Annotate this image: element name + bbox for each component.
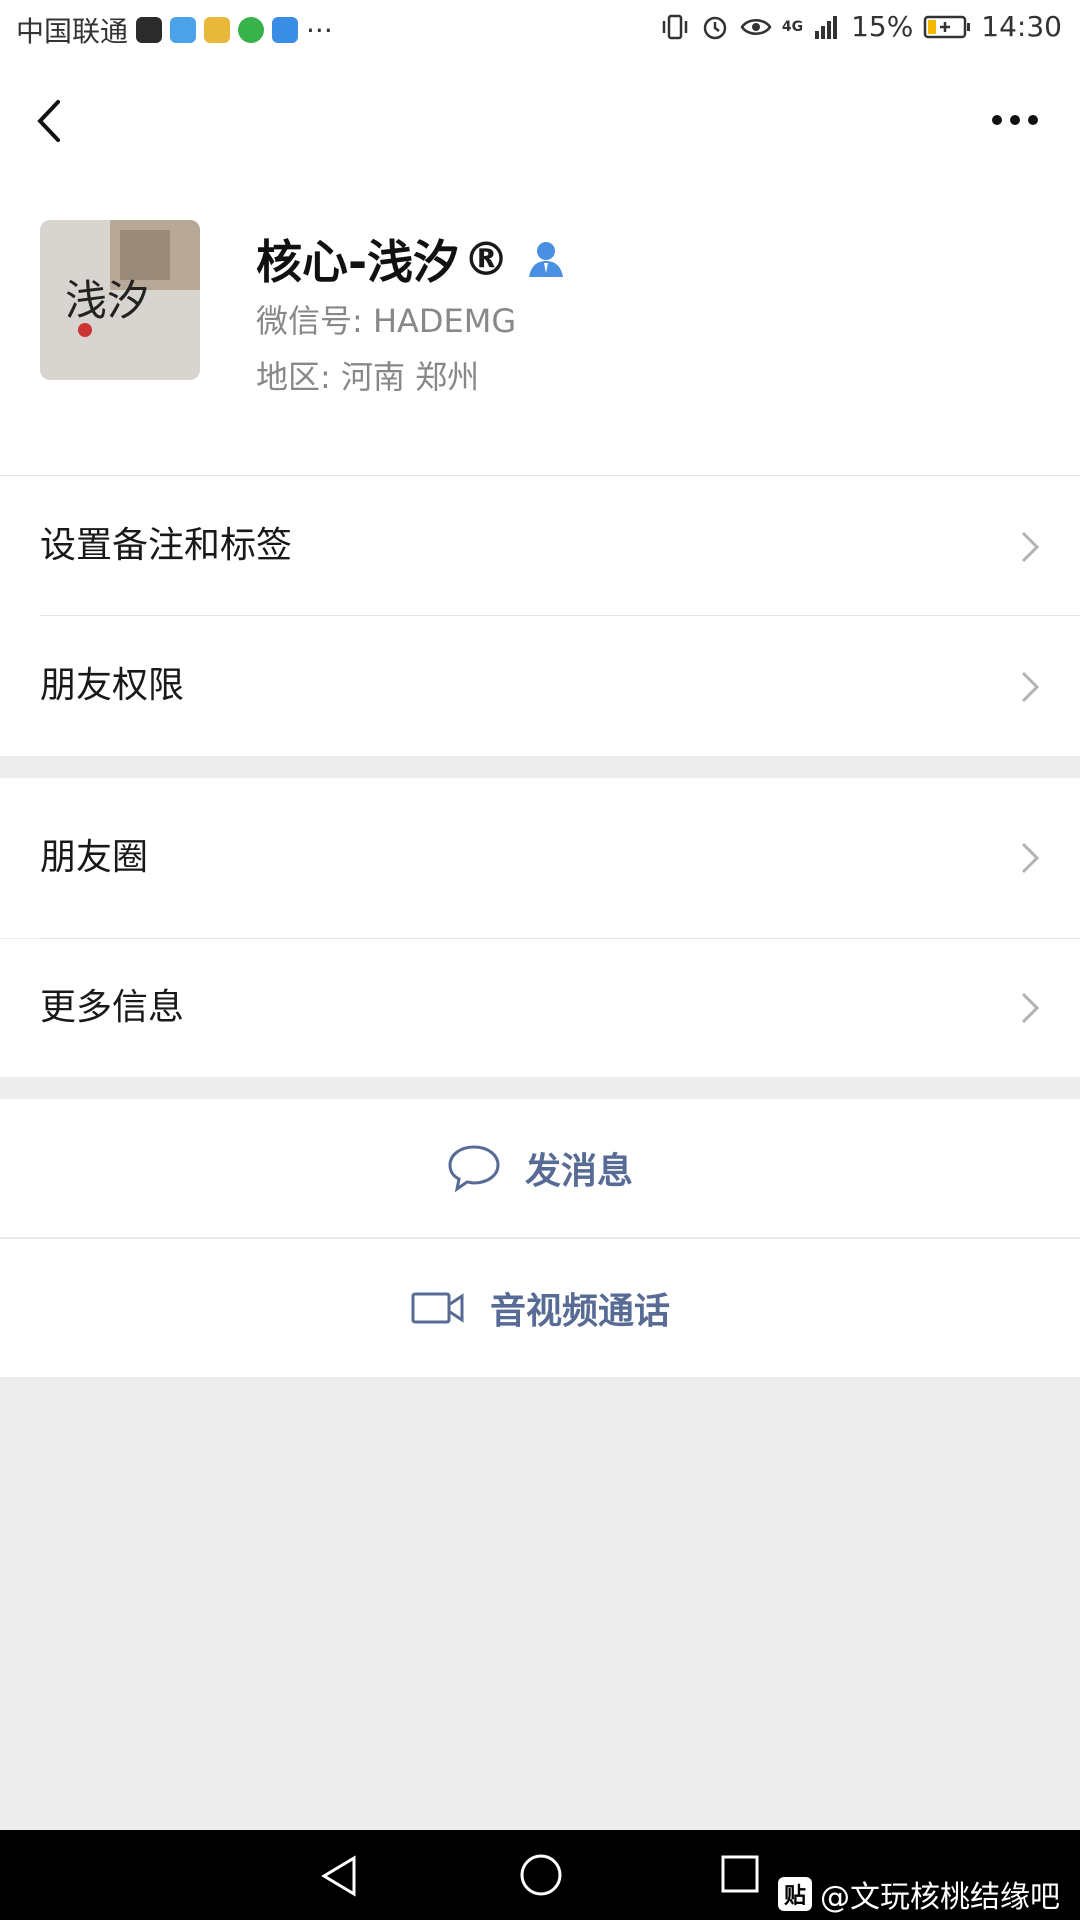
name-row: 核心-浅汐 ® xyxy=(256,226,565,292)
nav-recents-icon[interactable] xyxy=(720,1854,760,1894)
region: 地区: 河南 郑州 xyxy=(256,358,480,396)
top-nav xyxy=(0,60,1080,180)
drive-icon xyxy=(204,17,231,43)
network-type: 4G xyxy=(781,18,804,35)
avatar[interactable]: 浅汐 xyxy=(40,220,200,380)
chevron-right-icon xyxy=(1021,842,1040,874)
more-options-icon[interactable] xyxy=(990,110,1040,130)
back-icon[interactable] xyxy=(30,96,70,146)
video-call-label: 音视频通话 xyxy=(489,1291,670,1332)
tieba-logo-icon: 贴 xyxy=(778,1877,812,1911)
more-info-label: 更多信息 xyxy=(40,987,185,1028)
remark-tags-label: 设置备注和标签 xyxy=(40,525,293,566)
wechat-id: 微信号: HADEMG xyxy=(256,302,517,340)
battery-percent: 15% xyxy=(851,10,914,43)
tieba-icon xyxy=(272,17,299,43)
chevron-right-icon xyxy=(1021,992,1040,1024)
chat-bubble-icon xyxy=(448,1145,500,1193)
watermark: 贴 @文玩核桃结缘吧 xyxy=(778,1872,1060,1916)
video-call-button[interactable]: 音视频通话 xyxy=(0,1239,1080,1377)
chevron-right-icon xyxy=(1021,531,1040,563)
eye-comfort-icon xyxy=(740,18,772,35)
douyin-icon xyxy=(136,17,163,43)
friend-permissions-label: 朋友权限 xyxy=(40,665,185,706)
chevron-right-icon xyxy=(1021,671,1040,703)
send-message-button[interactable]: 发消息 xyxy=(0,1099,1080,1237)
vibrate-icon xyxy=(662,14,688,39)
carrier-label: 中国联通 xyxy=(16,15,129,48)
status-bar: 中国联通 ··· 4G 15% 14:30 xyxy=(0,0,1080,60)
send-message-label: 发消息 xyxy=(524,1151,633,1192)
registered-mark: ® xyxy=(463,232,510,286)
status-right: 4G 15% 14:30 xyxy=(660,10,1062,43)
mail-icon xyxy=(170,17,197,43)
contact-name: 核心-浅汐 xyxy=(256,235,460,289)
moments-row[interactable]: 朋友圈 xyxy=(0,778,1080,938)
battery-icon xyxy=(924,15,971,38)
avatar-text: 浅汐 xyxy=(65,276,149,325)
status-left: 中国联通 ··· xyxy=(16,10,333,50)
nav-back-icon[interactable] xyxy=(318,1854,360,1898)
more-notifications-indicator: ··· xyxy=(306,13,333,47)
watermark-text: @文玩核桃结缘吧 xyxy=(820,1880,1060,1915)
moments-label: 朋友圈 xyxy=(40,837,149,878)
profile-header: 浅汐 核心-浅汐 ® 微信号: HADEMG 地区: 河南 郑州 xyxy=(0,180,1080,476)
avatar-image: 浅汐 xyxy=(40,220,200,380)
remark-tags-row[interactable]: 设置备注和标签 xyxy=(0,476,1080,616)
browser-icon xyxy=(238,17,265,43)
signal-icon xyxy=(815,15,838,39)
nav-home-icon[interactable] xyxy=(518,1852,564,1898)
contact-person-icon xyxy=(529,242,564,277)
more-info-row[interactable]: 更多信息 xyxy=(0,939,1080,1077)
friend-permissions-row[interactable]: 朋友权限 xyxy=(0,616,1080,756)
video-camera-icon xyxy=(411,1292,464,1324)
clock-time: 14:30 xyxy=(981,10,1062,43)
alarm-icon xyxy=(703,16,727,39)
